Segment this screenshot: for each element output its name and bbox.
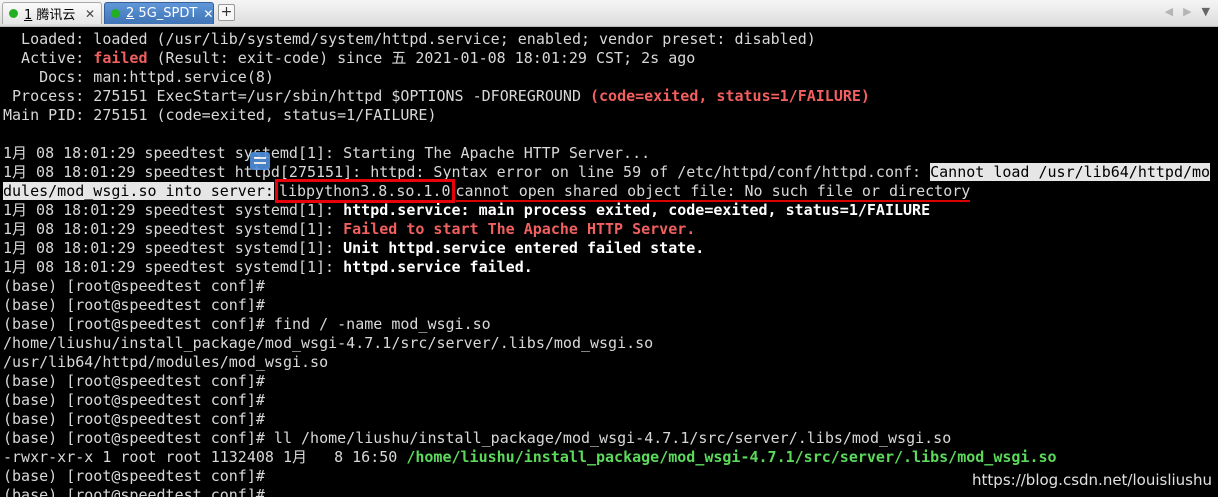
prompt-line: (base) [root@speedtest conf]# — [3, 277, 265, 295]
tab-number: 1 — [24, 8, 33, 23]
command-text: ll /home/liushu/install_package/mod_wsgi… — [264, 429, 952, 447]
document-icon — [250, 152, 270, 170]
terminal-line: /usr/lib64/httpd/modules/mod_wsgi.so — [3, 353, 329, 371]
tab-number: 2 — [126, 6, 135, 21]
scroll-right-icon[interactable]: ▶ — [1183, 5, 1191, 18]
terminal-line: /home/liushu/install_package/mod_wsgi-4.… — [3, 334, 654, 352]
terminal-line: Main PID: 275151 (code=exited, status=1/… — [3, 106, 437, 124]
terminal-output[interactable]: Loaded: loaded (/usr/lib/systemd/system/… — [0, 28, 1218, 497]
terminal-line: 1月 08 18:01:29 speedtest httpd[275151]: … — [3, 163, 1211, 181]
prompt-line: (base) [root@speedtest conf]# — [3, 391, 265, 409]
new-tab-button[interactable]: + — [218, 4, 235, 21]
selected-error-text: Cannot load /usr/lib64/httpd/mo — [930, 163, 1211, 181]
terminal-line: 1月 08 18:01:29 speedtest systemd[1]: htt… — [3, 201, 931, 219]
terminal-line: Process: 275151 ExecStart=/usr/sbin/http… — [3, 87, 870, 105]
scroll-left-icon[interactable]: ◀ — [1165, 5, 1173, 18]
prompt-line: (base) [root@speedtest conf]# — [3, 296, 265, 314]
connected-status-icon — [9, 9, 18, 18]
terminal-line: Docs: man:httpd.service(8) — [3, 68, 274, 86]
terminal-line: 1月 08 18:01:29 speedtest systemd[1]: Fai… — [3, 220, 696, 238]
file-path: /home/liushu/install_package/mod_wsgi-4.… — [406, 448, 1057, 466]
prompt-line: (base) [root@speedtest conf]# — [3, 410, 265, 428]
watermark: https://blog.csdn.net/louisliushu — [972, 471, 1212, 489]
terminal-line: 1月 08 18:01:29 speedtest systemd[1]: htt… — [3, 258, 533, 276]
process-failure: (code=exited, status=1/FAILURE) — [590, 87, 870, 105]
terminal-line: 1月 08 18:01:29 speedtest systemd[1]: Sta… — [3, 144, 651, 162]
command-text: find / -name mod_wsgi.so — [264, 315, 491, 333]
status-failed: failed — [93, 49, 148, 67]
close-icon[interactable]: ✕ — [85, 7, 95, 21]
selected-error-text: dules/mod_wsgi.so into server: — [3, 182, 274, 200]
terminal-line: dules/mod_wsgi.so into server: libpython3… — [3, 179, 1218, 203]
connected-status-icon — [111, 9, 120, 18]
tab-5g-spdt[interactable]: 2 5G_SPDT ✕ — [104, 2, 214, 24]
tab-label: 5G_SPDT — [138, 6, 198, 21]
failed-to-start: Failed to start The Apache HTTP Server. — [343, 220, 696, 238]
terminal-line: Loaded: loaded (/usr/lib/systemd/system/… — [3, 30, 816, 48]
tab-tencent-cloud[interactable]: 1 腾讯云 ✕ — [2, 2, 102, 24]
terminal-line: Active: failed (Result: exit-code) since… — [3, 49, 696, 67]
tab-menu-icon[interactable]: ▼ — [1202, 5, 1210, 18]
tab-navigation: ◀ ▶ ▼ — [1165, 5, 1210, 18]
prompt-line: (base) [root@speedtest conf]# find / -na… — [3, 315, 491, 333]
prompt-line: (base) [root@speedtest conf]# ll /home/l… — [3, 429, 952, 447]
tab-label: 腾讯云 — [36, 8, 76, 23]
tab-bar: 1 腾讯云 ✕ 2 5G_SPDT ✕ + ◀ ▶ ▼ — [0, 0, 1218, 27]
terminal-line: 1月 08 18:01:29 speedtest systemd[1]: Uni… — [3, 239, 705, 257]
terminal-line: -rwxr-xr-x 1 root root 1132408 1月 8 16:5… — [3, 448, 1057, 466]
prompt-line: (base) [root@speedtest conf]# — [3, 372, 265, 390]
close-icon[interactable]: ✕ — [203, 7, 213, 21]
underlined-error-message: cannot open shared object file: No such … — [455, 182, 971, 202]
highlighted-library-name: libpython3.8.so.1.0 — [274, 179, 455, 203]
